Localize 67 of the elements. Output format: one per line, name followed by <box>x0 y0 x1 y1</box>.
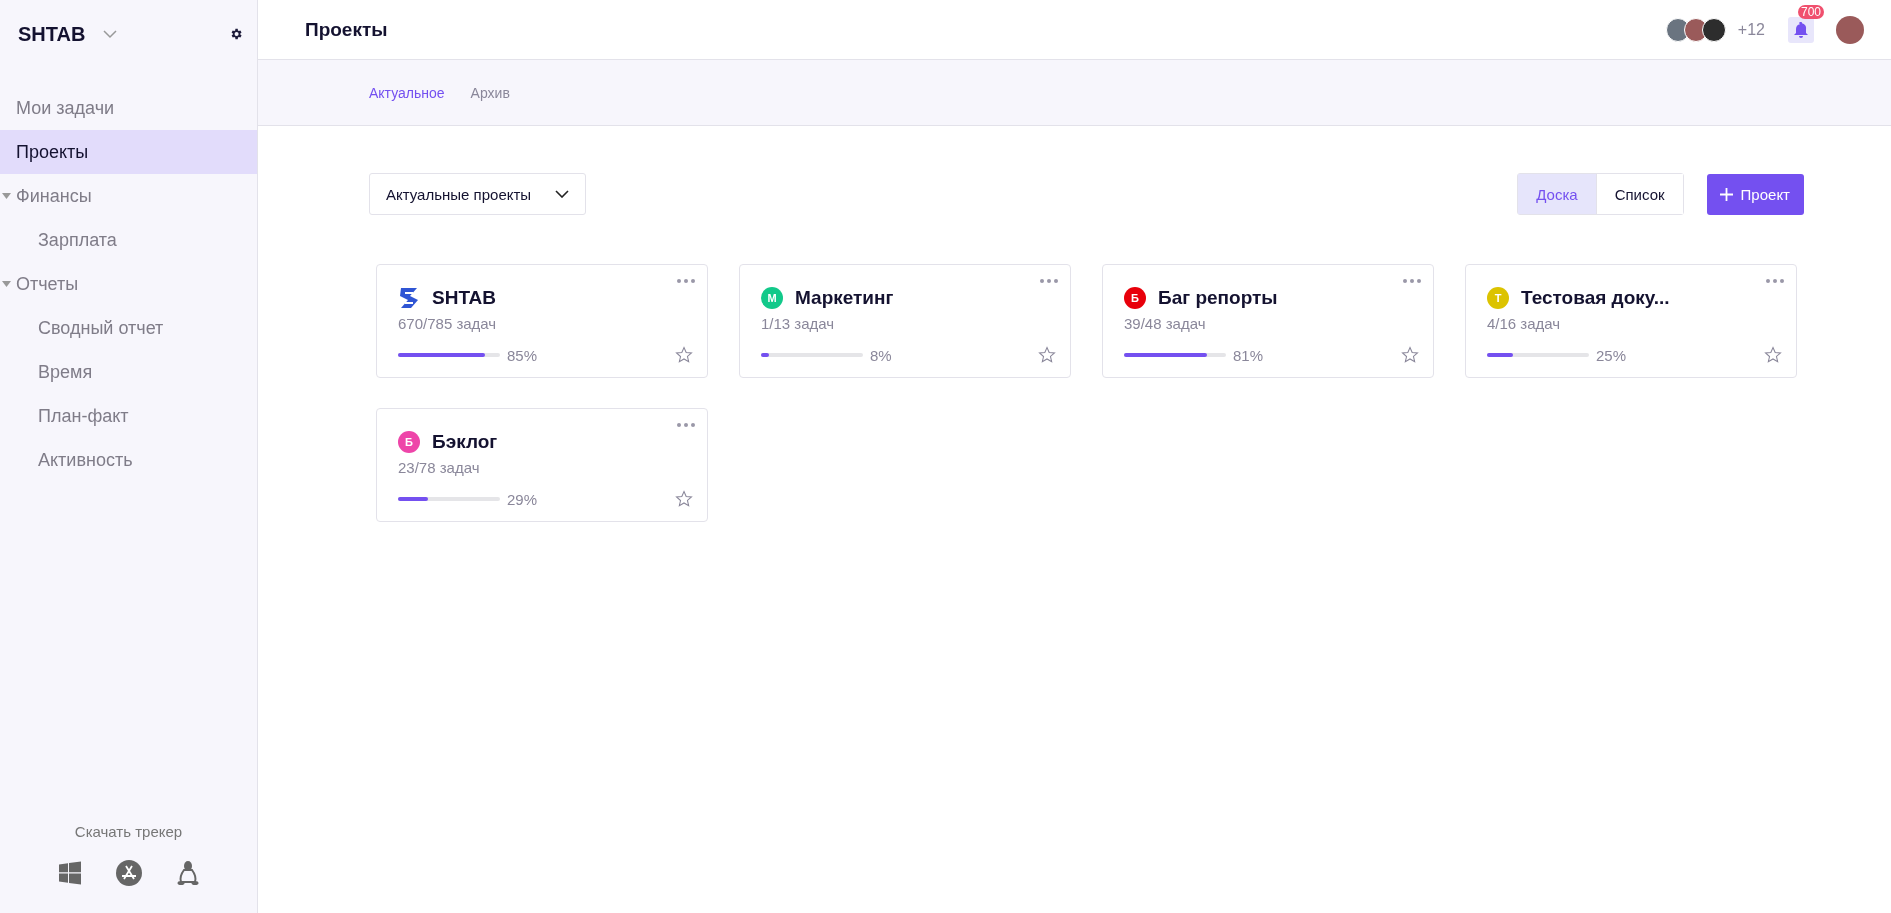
logo-icon <box>398 287 420 309</box>
progress-percent: 29% <box>507 490 538 508</box>
chevron-down-icon[interactable] <box>103 29 118 39</box>
sidebar-item[interactable]: Отчеты <box>0 262 257 306</box>
sidebar-item[interactable]: Проекты <box>0 130 257 174</box>
app-store-icon[interactable] <box>115 860 142 886</box>
project-name: Маркетинг <box>795 287 894 309</box>
star-icon[interactable] <box>1401 346 1419 364</box>
plus-icon <box>1719 187 1733 201</box>
star-icon[interactable] <box>1764 346 1782 364</box>
task-count: 670/785 задач <box>398 315 498 332</box>
star-icon[interactable] <box>675 346 693 364</box>
project-card[interactable]: Б Баг репорты 39/48 задач 81% <box>1102 264 1434 378</box>
filter-dropdown[interactable]: Актуальные проекты <box>369 173 587 215</box>
project-card[interactable]: SHTAB 670/785 задач 85% <box>376 264 708 378</box>
project-card[interactable]: Т Тестовая доку... 4/16 задач 25% <box>1465 264 1797 378</box>
members-count[interactable]: +12 <box>1737 20 1765 39</box>
chevron-down-icon <box>555 190 570 198</box>
linux-icon[interactable] <box>175 860 200 886</box>
tab[interactable]: Актуальное <box>369 84 445 101</box>
download-label: Скачать трекер <box>74 823 183 840</box>
progress-percent: 25% <box>1596 346 1627 364</box>
sidebar-item[interactable]: Зарплата <box>0 218 257 262</box>
progress-percent: 81% <box>1233 346 1264 364</box>
sidebar-item[interactable]: Время <box>0 350 257 394</box>
avatar[interactable] <box>1701 17 1726 42</box>
project-name: SHTAB <box>432 287 497 309</box>
caret-icon[interactable] <box>2 193 11 199</box>
more-icon[interactable] <box>1403 279 1421 283</box>
task-count: 4/16 задач <box>1487 315 1562 332</box>
project-name: Бэклог <box>432 431 498 453</box>
project-letter-icon: Т <box>1487 287 1509 309</box>
tab[interactable]: Архив <box>470 84 510 101</box>
more-icon[interactable] <box>1766 279 1784 283</box>
notification-badge: 700 <box>1798 4 1825 19</box>
star-icon[interactable] <box>1038 346 1056 364</box>
task-count: 39/48 задач <box>1124 315 1207 332</box>
more-icon[interactable] <box>677 279 695 283</box>
project-letter-icon: М <box>761 287 783 309</box>
workspace-name[interactable]: SHTAB <box>18 22 86 46</box>
windows-icon[interactable] <box>57 861 82 885</box>
sidebar-item[interactable]: Активность <box>0 438 257 482</box>
project-letter-icon: Б <box>1124 287 1146 309</box>
task-count: 23/78 задач <box>398 459 481 476</box>
sidebar-item[interactable]: Мои задачи <box>0 86 257 130</box>
bell-icon <box>1794 21 1808 38</box>
notifications-button[interactable] <box>1788 16 1814 43</box>
settings-icon[interactable] <box>229 27 243 41</box>
sidebar-item[interactable]: Сводный отчет <box>0 306 257 350</box>
view-toggle-button[interactable]: Доска <box>1518 174 1597 214</box>
star-icon[interactable] <box>675 490 693 508</box>
progress-percent: 8% <box>870 346 892 364</box>
page-title: Проекты <box>305 18 388 41</box>
progress-percent: 85% <box>507 346 538 364</box>
project-card[interactable]: Б Бэклог 23/78 задач 29% <box>376 408 708 522</box>
add-project-button[interactable]: Проект <box>1706 173 1804 215</box>
task-count: 1/13 задач <box>761 315 836 332</box>
user-avatar[interactable] <box>1836 15 1864 44</box>
sidebar-item[interactable]: План-факт <box>0 394 257 438</box>
project-name: Баг репорты <box>1158 287 1278 309</box>
project-letter-icon: Б <box>398 431 420 453</box>
more-icon[interactable] <box>1040 279 1058 283</box>
project-name: Тестовая доку... <box>1521 287 1670 309</box>
sidebar-item[interactable]: Финансы <box>0 174 257 218</box>
more-icon[interactable] <box>677 423 695 427</box>
project-card[interactable]: М Маркетинг 1/13 задач 8% <box>739 264 1071 378</box>
caret-icon[interactable] <box>2 281 11 287</box>
